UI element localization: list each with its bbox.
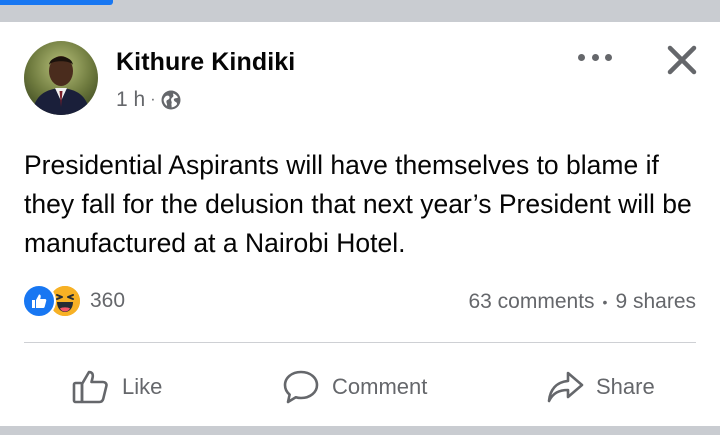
feed-separator-bottom xyxy=(0,426,720,435)
reactions-summary[interactable]: 360 xyxy=(22,284,126,318)
more-options-icon[interactable] xyxy=(578,47,612,67)
like-reaction-icon xyxy=(22,284,56,318)
comment-bubble-icon xyxy=(283,370,319,404)
share-button[interactable]: Share xyxy=(546,362,655,412)
avatar[interactable] xyxy=(24,41,98,115)
action-bar: Like Comment Share xyxy=(0,362,720,412)
reaction-count: 360 xyxy=(90,289,126,312)
post-meta: 1 h · xyxy=(116,88,181,112)
like-label: Like xyxy=(122,374,163,399)
post-text: Presidential Aspirants will have themsel… xyxy=(24,150,692,258)
like-button[interactable]: Like xyxy=(72,362,162,412)
meta-separator: · xyxy=(150,91,156,108)
post-card: Kithure Kindiki 1 h · Presidential Aspir… xyxy=(0,22,720,426)
globe-icon xyxy=(161,90,181,110)
shares-count[interactable]: 9 shares xyxy=(615,290,696,314)
share-arrow-icon xyxy=(547,371,584,403)
comments-count[interactable]: 63 comments xyxy=(468,290,594,314)
close-icon[interactable] xyxy=(666,44,698,76)
post-time[interactable]: 1 h xyxy=(116,88,145,112)
comment-button[interactable]: Comment xyxy=(282,362,427,412)
feed-separator-top xyxy=(0,0,720,22)
thumbs-up-icon xyxy=(72,370,108,404)
profile-photo-icon xyxy=(24,41,98,115)
author-name[interactable]: Kithure Kindiki xyxy=(116,48,295,77)
active-tab-indicator xyxy=(0,0,113,5)
engagement-stats: 63 comments • 9 shares xyxy=(468,290,696,314)
share-label: Share xyxy=(596,374,655,399)
comment-label: Comment xyxy=(332,374,428,399)
stats-separator: • xyxy=(602,294,608,310)
action-divider xyxy=(24,342,696,343)
